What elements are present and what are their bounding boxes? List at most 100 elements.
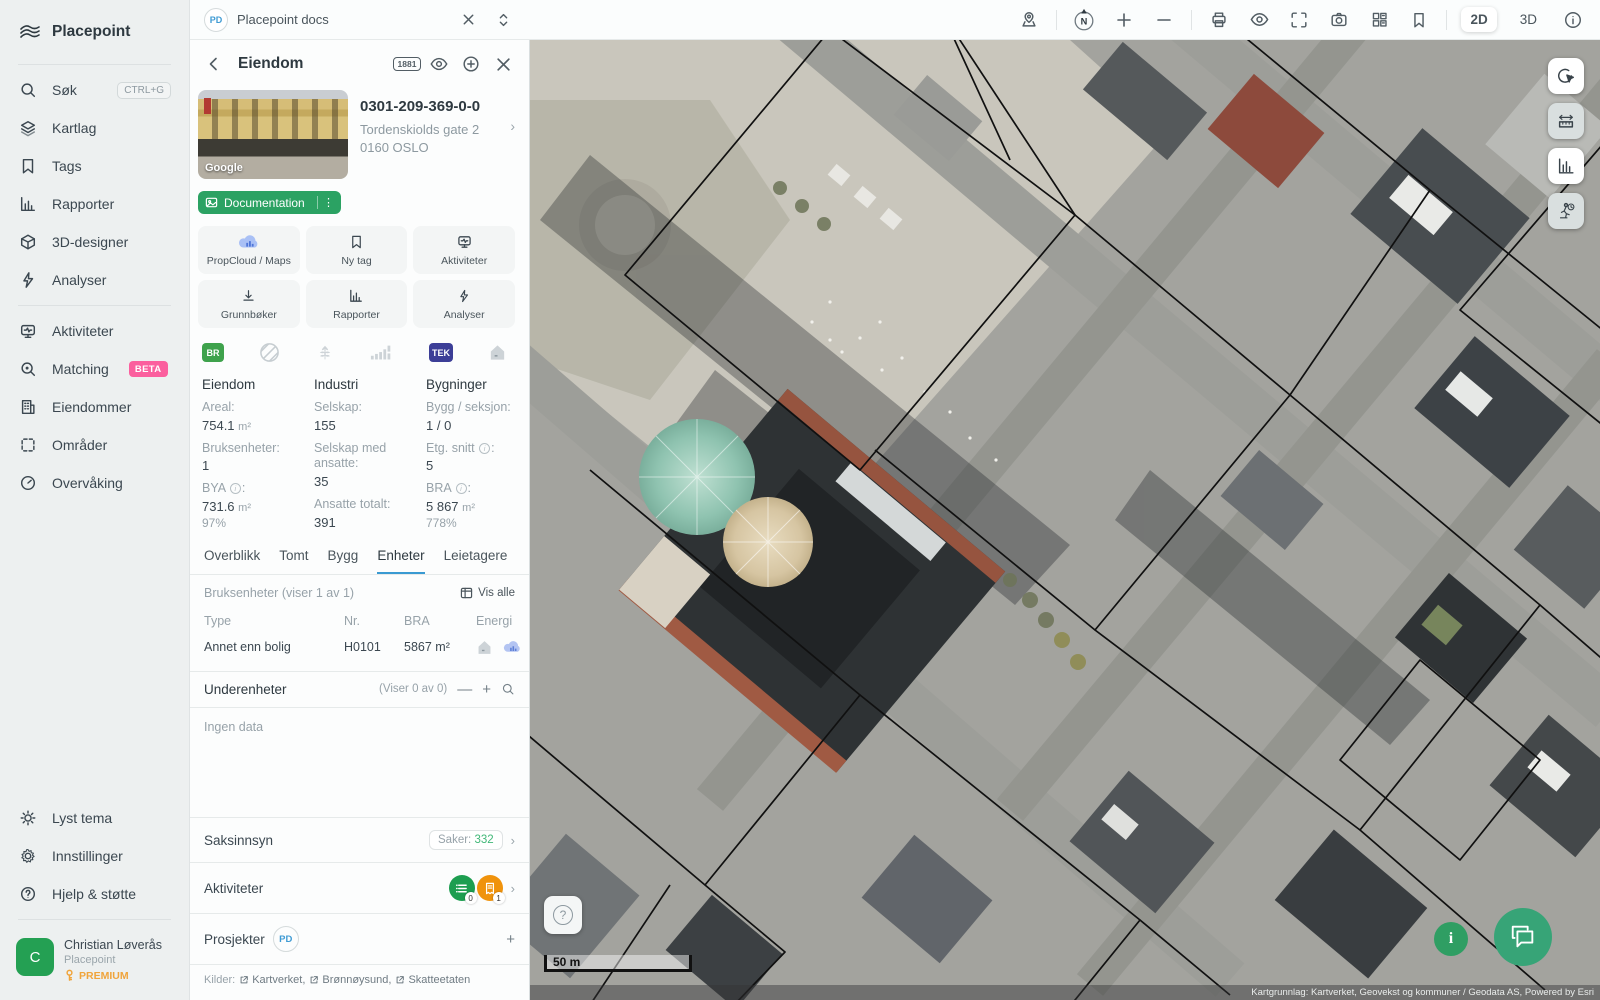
badge-1881-icon[interactable]: 1881	[395, 52, 419, 76]
eye-icon[interactable]	[427, 52, 451, 76]
tab-enheter[interactable]: Enheter	[377, 548, 424, 574]
select-tool-button[interactable]	[1548, 58, 1584, 94]
energi-cell	[476, 639, 522, 656]
bruksenheter-header: Bruksenheter (viser 1 av 1) Vis alle	[190, 575, 529, 606]
fullscreen-icon[interactable]	[1286, 7, 1312, 33]
stats-grid: Eiendom Areal: 754.1 m² Bruksenheter: 1 …	[190, 371, 529, 538]
sidebar-item-analyser[interactable]: Analyser	[0, 261, 189, 299]
close-doc-icon[interactable]	[455, 7, 481, 33]
heritage-leaf-icon[interactable]	[315, 343, 335, 363]
qr-widgets-icon[interactable]	[1366, 7, 1392, 33]
doc-sort-chevrons-icon[interactable]	[490, 7, 516, 33]
streetview-thumbnail[interactable]: Google	[198, 90, 348, 179]
view-2d-button[interactable]: 2D	[1461, 7, 1496, 32]
tab-overblikk[interactable]: Overblikk	[204, 548, 260, 574]
hatched-circle-icon[interactable]	[259, 342, 280, 363]
map-canvas[interactable]: ? 50 m i Kartgrunnlag: Kartverket, Geove…	[530, 40, 1600, 1000]
add-project-icon[interactable]: +	[506, 931, 515, 948]
back-icon[interactable]	[202, 52, 226, 76]
monitor-icon	[456, 233, 473, 251]
layers-icon	[18, 118, 38, 138]
underenheter-header: Underenheter (Viser 0 av 0) — +	[190, 671, 529, 708]
house-minus-icon	[476, 639, 493, 656]
divider	[18, 305, 171, 306]
zoom-out-icon[interactable]	[1151, 7, 1177, 33]
sidebar-item-kartlag[interactable]: Kartlag	[0, 109, 189, 147]
action-ny-tag[interactable]: Ny tag	[306, 226, 408, 274]
action-grunnboker[interactable]: Grunnbøker	[198, 280, 300, 328]
stats-col-bygninger: Bygninger Bygg / seksjon: 1 / 0 Etg. sni…	[426, 377, 519, 530]
thumbnail-flag	[204, 98, 211, 114]
print-icon[interactable]	[1206, 7, 1232, 33]
documentation-button[interactable]: Documentation ⋮	[198, 191, 341, 214]
sidebar-item-overvaking[interactable]: Overvåking	[0, 464, 189, 502]
prosjekter-row[interactable]: Prosjekter PD +	[190, 913, 529, 964]
search-icon[interactable]	[501, 682, 515, 696]
view-3d-button[interactable]: 3D	[1511, 7, 1546, 32]
collapse-icon[interactable]: —	[457, 681, 472, 698]
sidebar-item-omrader[interactable]: Områder	[0, 426, 189, 464]
info-dot-icon: i	[230, 483, 241, 494]
map-info-button[interactable]: i	[1434, 922, 1468, 956]
stat-label-bra: BRA i:	[426, 481, 519, 497]
house-minus-icon[interactable]	[488, 343, 507, 362]
sidebar-item-hjelp[interactable]: Hjelp & støtte	[0, 875, 189, 913]
close-panel-icon[interactable]	[491, 52, 515, 76]
sources-footer: Kilder: Kartverket, Brønnøysund, Skattee…	[190, 964, 529, 1000]
map-help-button[interactable]: ?	[544, 896, 582, 934]
document-chip[interactable]: PD Placepoint docs	[190, 7, 530, 33]
bookmark-icon	[349, 233, 364, 251]
locate-target-icon[interactable]	[459, 52, 483, 76]
zoom-in-icon[interactable]	[1111, 7, 1137, 33]
action-propcloud[interactable]: PropCloud / Maps	[198, 226, 300, 274]
aktiviteter-row[interactable]: Aktiviteter 0 1 ›	[190, 862, 529, 913]
activity-receipt-badge: 1	[477, 875, 503, 901]
action-aktiviteter[interactable]: Aktiviteter	[413, 226, 515, 274]
screenshot-camera-icon[interactable]	[1326, 7, 1352, 33]
location-marker-icon[interactable]	[1016, 7, 1042, 33]
key-icon	[64, 969, 75, 982]
travel-time-tool-button[interactable]	[1548, 193, 1584, 229]
add-icon[interactable]: +	[482, 681, 491, 698]
tab-tomt[interactable]: Tomt	[279, 548, 308, 574]
source-link-skatteetaten[interactable]: Skatteetaten	[395, 974, 470, 986]
source-link-kartverket[interactable]: Kartverket,	[239, 974, 305, 986]
sidebar-item-aktiviteter[interactable]: Aktiviteter	[0, 312, 189, 350]
more-options-icon[interactable]: ⋮	[317, 196, 334, 209]
tek-badge[interactable]: TEK	[429, 343, 453, 362]
vis-alle-button[interactable]: Vis alle	[460, 587, 515, 599]
sidebar-item-sok[interactable]: Søk CTRL+G	[0, 71, 189, 109]
sidebar-item-lyst-tema[interactable]: Lyst tema	[0, 799, 189, 837]
topbar-tools: N	[1016, 7, 1600, 33]
mini-bars-icon[interactable]	[370, 344, 394, 362]
divider	[18, 919, 171, 920]
sidebar-item-3d-designer[interactable]: 3D-designer	[0, 223, 189, 261]
sidebar-item-eiendommer[interactable]: Eiendommer	[0, 388, 189, 426]
bookmark-save-icon[interactable]	[1406, 7, 1432, 33]
tab-leietagere[interactable]: Leietagere	[444, 548, 508, 574]
action-analyser[interactable]: Analyser	[413, 280, 515, 328]
user-profile[interactable]: C Christian Løverås Placepoint PREMIUM	[0, 926, 189, 1000]
info-icon[interactable]	[1560, 7, 1586, 33]
saksinnsyn-row[interactable]: Saksinnsyn Saker: 332 ›	[190, 817, 529, 862]
sidebar-item-matching[interactable]: Matching BETA	[0, 350, 189, 388]
sidebar-item-label: Matching	[52, 361, 109, 377]
lightning-icon	[18, 270, 38, 290]
visibility-icon[interactable]	[1246, 7, 1272, 33]
chat-button[interactable]	[1494, 908, 1552, 966]
sidebar-item-label: Aktiviteter	[52, 323, 113, 339]
action-rapporter[interactable]: Rapporter	[306, 280, 408, 328]
sidebar-item-rapporter[interactable]: Rapporter	[0, 185, 189, 223]
source-link-bronnoysund[interactable]: Brønnøysund,	[309, 974, 391, 986]
br-badge[interactable]: BR	[202, 343, 224, 362]
sidebar-item-innstillinger[interactable]: Innstillinger	[0, 837, 189, 875]
measure-tool-button[interactable]	[1548, 103, 1584, 139]
chevron-right-icon[interactable]: ›	[510, 118, 515, 179]
app-logo[interactable]: Placepoint	[0, 0, 189, 58]
chart-tool-button[interactable]	[1548, 148, 1584, 184]
tab-bygg[interactable]: Bygg	[328, 548, 359, 574]
thumbnail-texture	[198, 99, 348, 139]
compass-icon[interactable]: N	[1071, 7, 1097, 33]
table-row[interactable]: Annet enn bolig H0101 5867 m²	[204, 634, 515, 661]
sidebar-item-tags[interactable]: Tags	[0, 147, 189, 185]
